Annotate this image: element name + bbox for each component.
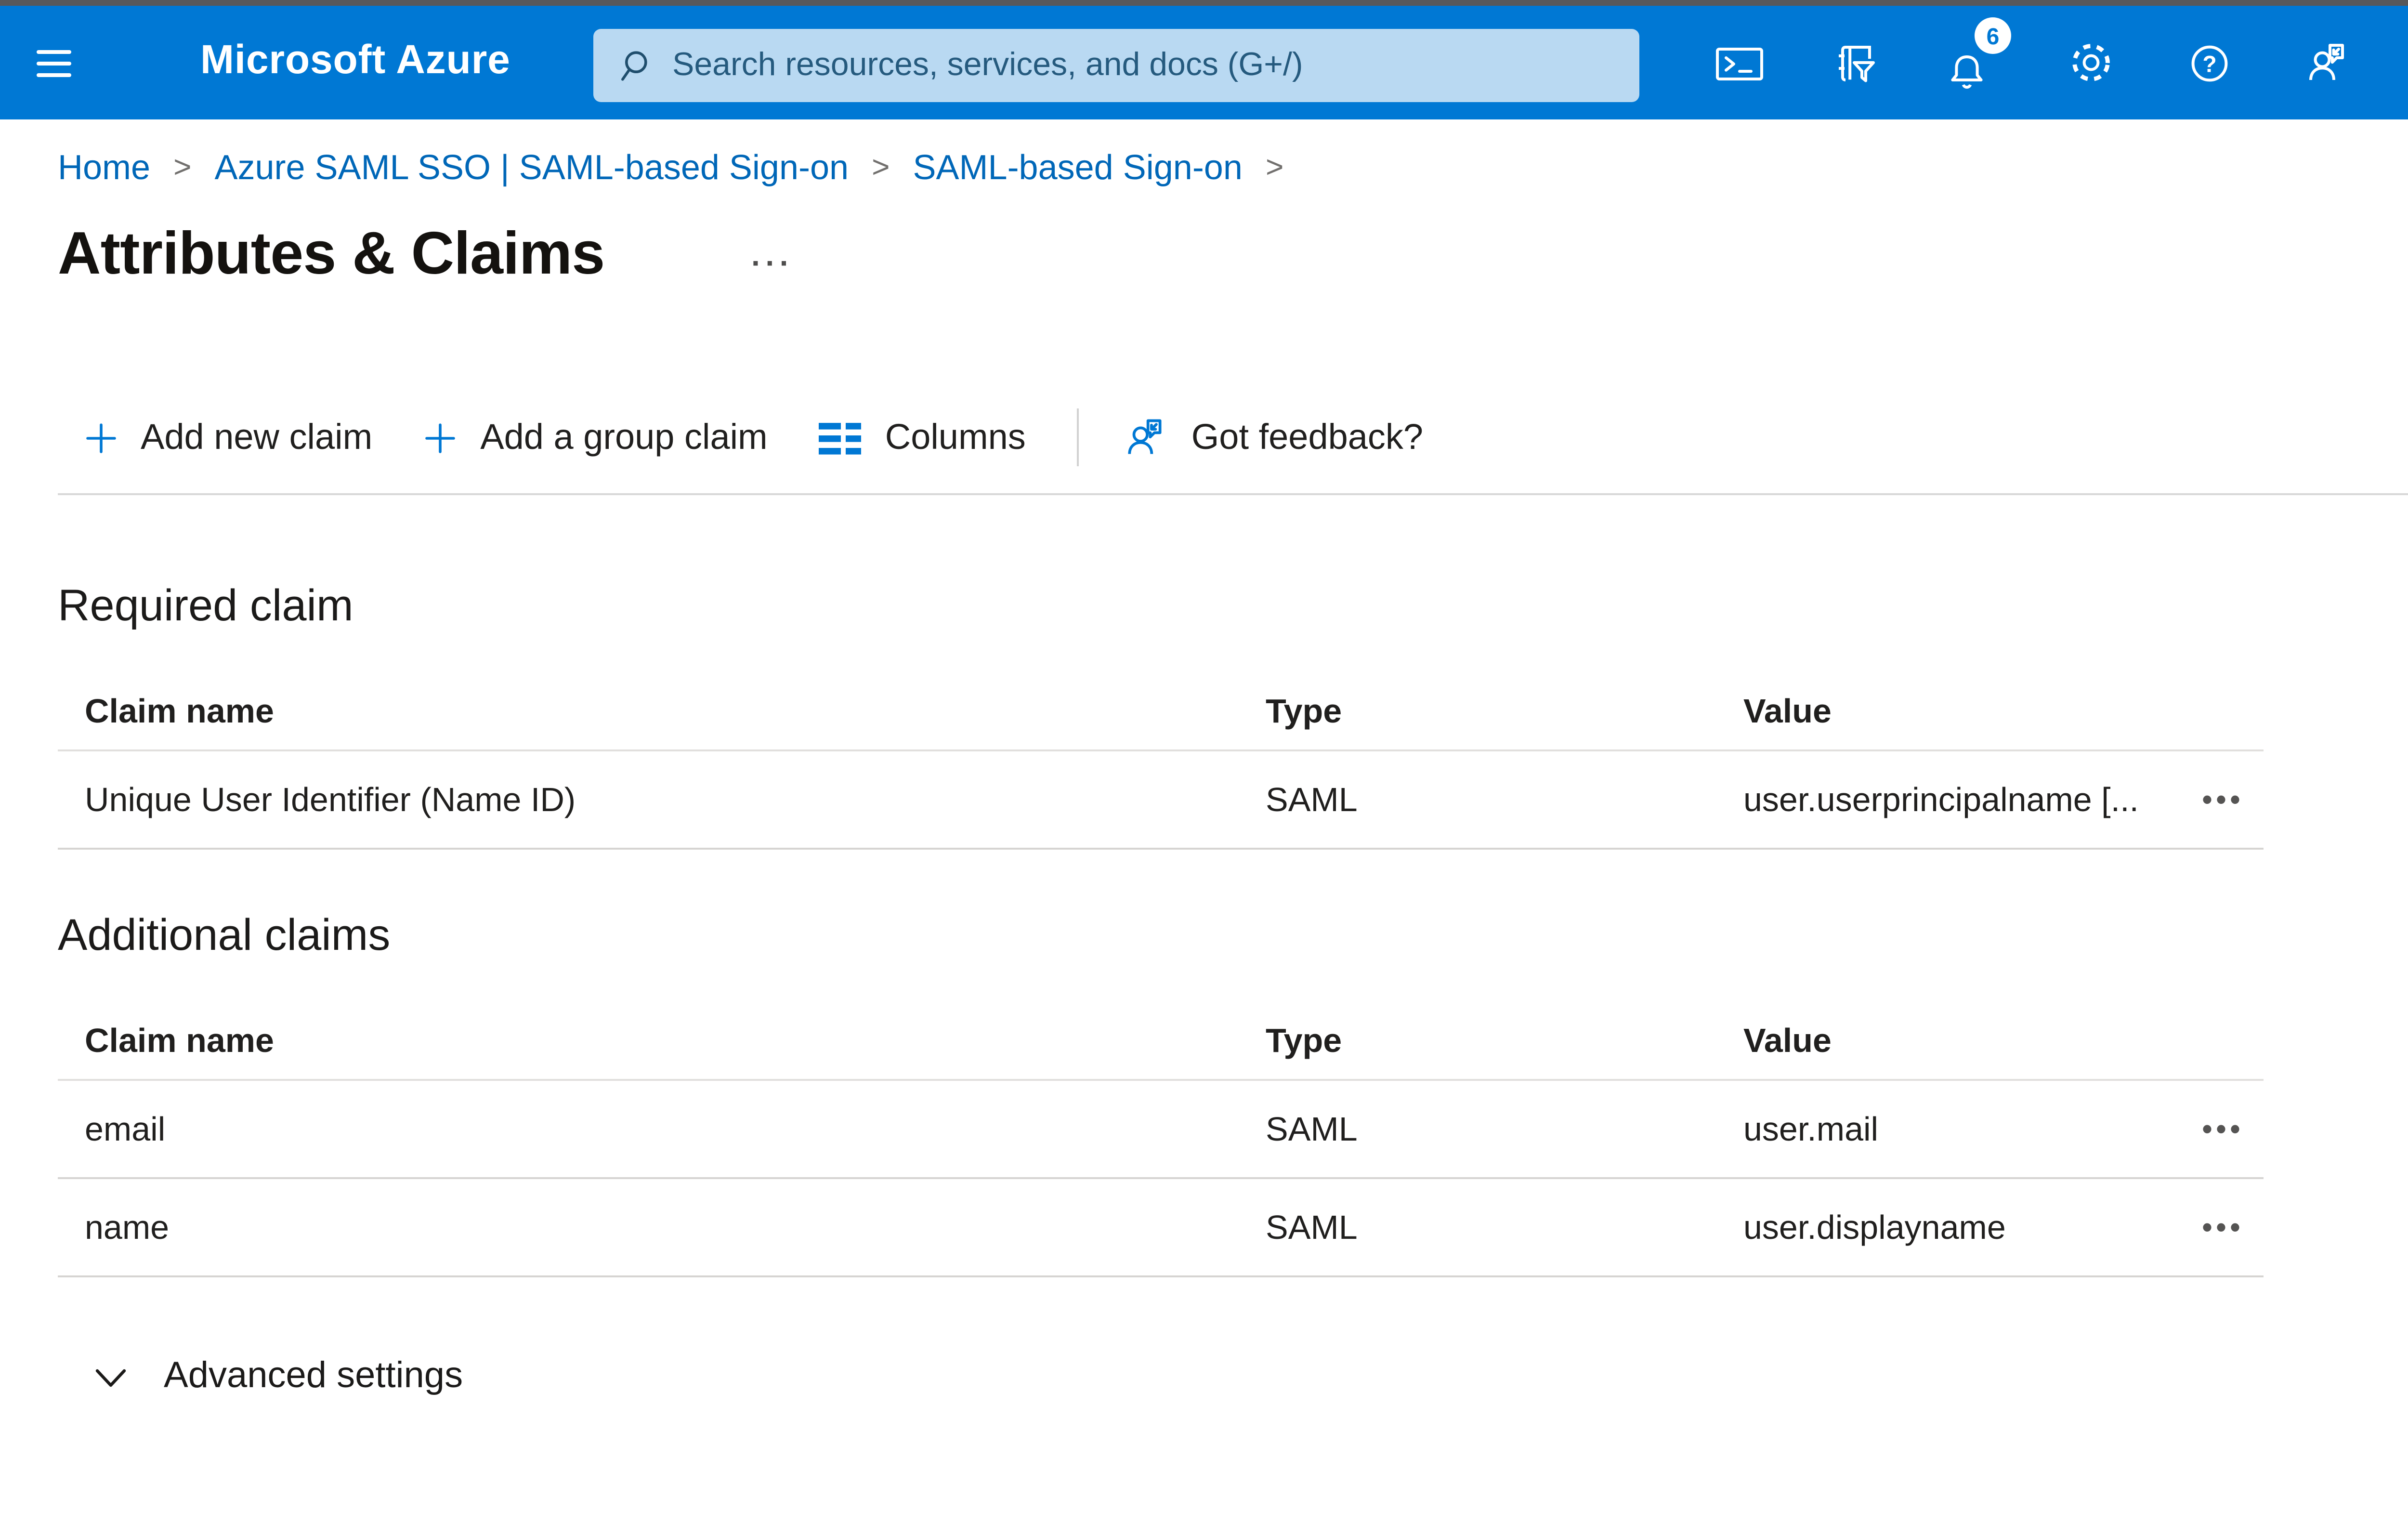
settings-gear-icon [2072,44,2110,81]
column-header-value: Value [1743,691,1832,729]
column-header-claim-name: Claim name [85,1020,274,1059]
azure-portal-window: Microsoft Azure Search resources, servic… [0,0,2408,1523]
notification-count-badge: 6 [1975,17,2011,54]
toolbar-separator [1077,408,1080,466]
additional-claims-table: Claim name Type Value email SAML user.ma… [58,1002,2264,1277]
claim-name-cell: email [85,1109,166,1147]
directory-filter-button[interactable] [1797,6,1915,119]
claim-type-cell: SAML [1266,779,1358,818]
claim-name-cell: name [85,1207,170,1246]
required-claim-table: Claim name Type Value Unique User Identi… [58,672,2264,850]
row-context-menu-button[interactable]: ••• [2194,1111,2251,1147]
notifications-bell-icon [1950,54,1982,88]
table-row-email[interactable]: email SAML user.mail ••• [58,1081,2264,1179]
claim-value-cell: user.mail [1743,1109,1879,1147]
add-group-claim-button[interactable]: Add a group claim [424,416,768,459]
claim-value-cell: user.userprincipalname [... [1743,779,2139,818]
search-input[interactable] [672,46,1616,85]
cloud-shell-button[interactable] [1680,6,1797,119]
column-header-value: Value [1743,1020,1832,1059]
breadcrumb-separator: > [872,151,890,184]
claim-type-cell: SAML [1266,1109,1358,1147]
directory-filter-icon [1838,45,1874,81]
table-row-name[interactable]: name SAML user.displayname ••• [58,1179,2264,1277]
column-header-claim-name: Claim name [85,691,274,729]
title-more-button[interactable]: ··· [744,247,801,285]
column-header-type: Type [1266,1020,1342,1059]
page-title: Attributes & Claims [58,220,605,287]
table-header-row: Claim name Type Value [58,672,2264,751]
got-feedback-button[interactable]: Got feedback? [1122,414,1423,460]
claim-type-cell: SAML [1266,1207,1358,1246]
advanced-settings-toggle[interactable]: Advanced settings [58,1349,474,1406]
additional-claims-heading: Additional claims [58,909,391,959]
svg-text:?: ? [2201,51,2215,77]
breadcrumb-separator: > [1265,151,1284,184]
columns-button[interactable]: Columns [819,416,1026,459]
feedback-person-icon [1122,414,1168,460]
plus-icon [85,421,118,454]
table-header-row: Claim name Type Value [58,1002,2264,1081]
notifications-button[interactable]: 6 [1915,6,2032,119]
columns-label: Columns [885,416,1026,457]
add-new-claim-label: Add new claim [141,416,373,457]
breadcrumb-separator: > [173,151,192,184]
breadcrumb-app-link[interactable]: Azure SAML SSO | SAML-based Sign-on [214,148,849,189]
help-icon: ? [2190,44,2227,81]
help-button[interactable]: ? [2150,6,2267,119]
add-new-claim-button[interactable]: Add new claim [85,416,372,459]
row-context-menu-button[interactable]: ••• [2194,781,2251,818]
breadcrumb-home-link[interactable]: Home [58,148,150,189]
settings-button[interactable] [2032,6,2150,119]
claim-value-cell: user.displayname [1743,1207,2006,1246]
got-feedback-label: Got feedback? [1191,416,1424,457]
hamburger-icon [37,50,71,54]
global-search-box[interactable] [593,29,1639,102]
feedback-button[interactable] [2267,6,2385,119]
toolbar-divider [58,493,2408,495]
breadcrumb: Home > Azure SAML SSO | SAML-based Sign-… [58,148,1307,189]
brand-title[interactable]: Microsoft Azure [200,39,510,85]
claim-name-cell: Unique User Identifier (Name ID) [85,779,576,818]
row-context-menu-button[interactable]: ••• [2194,1209,2251,1246]
chevron-down-icon [94,1367,127,1388]
columns-icon [819,419,862,456]
window-top-edge [0,0,2408,6]
search-icon [621,50,647,80]
table-row-unique-user-identifier[interactable]: Unique User Identifier (Name ID) SAML us… [58,751,2264,850]
cloud-shell-icon [1715,47,1762,79]
header-icon-group: 6 ? [1680,6,2385,119]
top-nav-bar: Microsoft Azure Search resources, servic… [0,6,2408,119]
command-bar: Add new claim Add a group claim Columns [85,405,1475,470]
plus-icon [424,421,457,454]
required-claim-heading: Required claim [58,580,353,630]
advanced-settings-label: Advanced settings [164,1356,463,1397]
hamburger-menu-button[interactable] [37,50,71,76]
add-group-claim-label: Add a group claim [480,416,768,457]
column-header-type: Type [1266,691,1342,729]
feedback-person-icon [2309,44,2344,80]
breadcrumb-saml-signon-link[interactable]: SAML-based Sign-on [913,148,1243,189]
